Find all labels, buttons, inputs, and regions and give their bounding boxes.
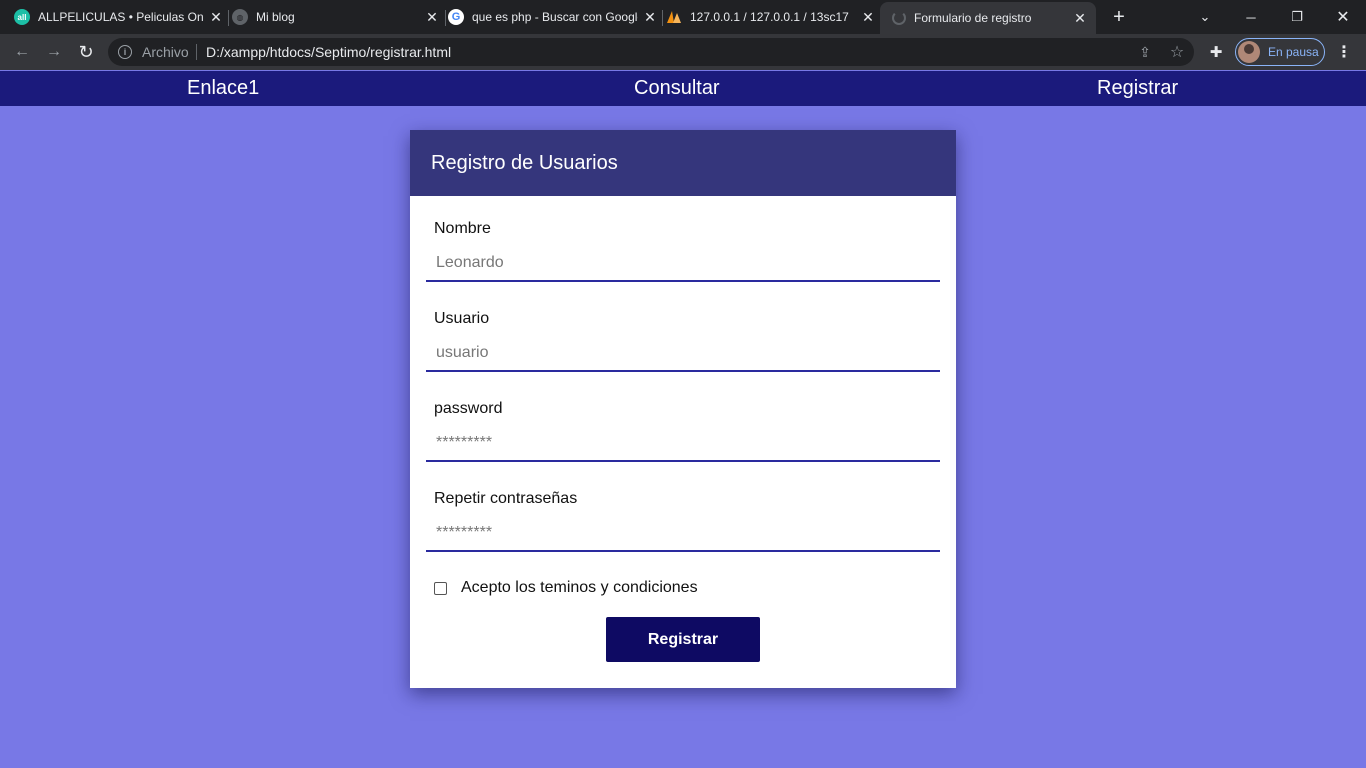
repeat-password-input[interactable]: [426, 516, 940, 552]
password-input[interactable]: [426, 426, 940, 462]
address-scheme-label: Archivo: [142, 44, 189, 60]
window-close-icon[interactable]: ✕: [1320, 0, 1366, 34]
back-arrow-icon[interactable]: ←: [10, 40, 34, 64]
form-title: Registro de Usuarios: [431, 151, 618, 174]
minimize-icon[interactable]: ─: [1228, 0, 1274, 34]
address-url[interactable]: D:/xampp/htdocs/Septimo/registrar.html: [206, 44, 451, 60]
terms-row: Acepto los teminos y condiciones: [434, 579, 698, 597]
usuario-label: Usuario: [434, 310, 490, 327]
profile-status-label: En pausa: [1268, 45, 1319, 59]
more-menu-icon[interactable]: ⋮: [1336, 43, 1352, 61]
info-icon[interactable]: i: [118, 45, 132, 59]
tab-title: Formulario de registro: [914, 11, 1032, 25]
loading-spinner-icon: [892, 11, 906, 25]
close-icon[interactable]: ✕: [208, 9, 224, 25]
nav-link-registrar[interactable]: Registrar: [1097, 71, 1178, 106]
nav-link-consultar[interactable]: Consultar: [634, 71, 720, 106]
close-icon[interactable]: ✕: [1072, 10, 1088, 26]
forward-arrow-icon[interactable]: →: [42, 40, 66, 64]
terms-checkbox[interactable]: [434, 581, 447, 595]
browser-tab-phpmyadmin[interactable]: 127.0.0.1 / 127.0.0.1 / 13sc17 ✕: [666, 0, 876, 34]
close-icon[interactable]: ✕: [424, 9, 440, 25]
nombre-input[interactable]: [426, 246, 940, 282]
allpeliculas-favicon-icon: all: [14, 9, 30, 25]
usuario-input[interactable]: [426, 336, 940, 372]
profile-button[interactable]: En pausa: [1235, 38, 1325, 66]
address-bar[interactable]: i Archivo D:/xampp/htdocs/Septimo/regist…: [108, 38, 1194, 66]
share-icon[interactable]: ⇪: [1136, 43, 1154, 61]
nombre-label: Nombre: [434, 220, 491, 237]
tab-divider: [228, 10, 229, 26]
new-tab-plus-icon[interactable]: +: [1108, 6, 1130, 28]
form-header: Registro de Usuarios: [410, 130, 956, 196]
nav-link-enlace1[interactable]: Enlace1: [187, 71, 259, 106]
tab-divider: [445, 10, 446, 26]
password-label: password: [434, 400, 503, 417]
phpmyadmin-icon: [666, 9, 682, 25]
address-divider: [196, 44, 197, 60]
tab-divider: [662, 10, 663, 26]
browser-tab-allpeliculas[interactable]: all ALLPELICULAS • Peliculas Online ✕: [14, 0, 224, 34]
register-submit-button[interactable]: Registrar: [606, 617, 760, 662]
browser-tab-mi-blog[interactable]: ◍ Mi blog ✕: [232, 0, 440, 34]
tab-title: que es php - Buscar con Google: [472, 10, 638, 24]
terms-label[interactable]: Acepto los teminos y condiciones: [461, 579, 698, 597]
close-icon[interactable]: ✕: [860, 9, 876, 25]
avatar: [1238, 41, 1260, 63]
reload-icon[interactable]: ↻: [74, 40, 98, 64]
browser-toolbar: ← → ↻ i Archivo D:/xampp/htdocs/Septimo/…: [0, 34, 1366, 70]
browser-tab-formulario-registro[interactable]: Formulario de registro ✕: [880, 2, 1096, 34]
restore-icon[interactable]: ❐: [1274, 0, 1320, 34]
extensions-puzzle-icon[interactable]: ✚: [1207, 43, 1225, 61]
close-icon[interactable]: ✕: [642, 9, 658, 25]
browser-tab-strip: all ALLPELICULAS • Peliculas Online ✕ ◍ …: [0, 0, 1366, 34]
browser-tab-google-search[interactable]: G que es php - Buscar con Google ✕: [448, 0, 658, 34]
google-g-icon: G: [448, 9, 464, 25]
tab-title: 127.0.0.1 / 127.0.0.1 / 13sc17: [690, 10, 849, 24]
bookmark-star-icon[interactable]: ☆: [1168, 43, 1186, 61]
site-nav-bar: Enlace1 Consultar Registrar: [0, 71, 1366, 106]
repeat-password-label: Repetir contraseñas: [434, 490, 578, 507]
tab-title: ALLPELICULAS • Peliculas Online: [38, 10, 204, 24]
registration-form-card: Registro de Usuarios Nombre Usuario pass…: [410, 130, 956, 688]
globe-icon: ◍: [232, 9, 248, 25]
tab-title: Mi blog: [256, 10, 295, 24]
tab-search-chevron-icon[interactable]: ⌄: [1182, 0, 1228, 34]
